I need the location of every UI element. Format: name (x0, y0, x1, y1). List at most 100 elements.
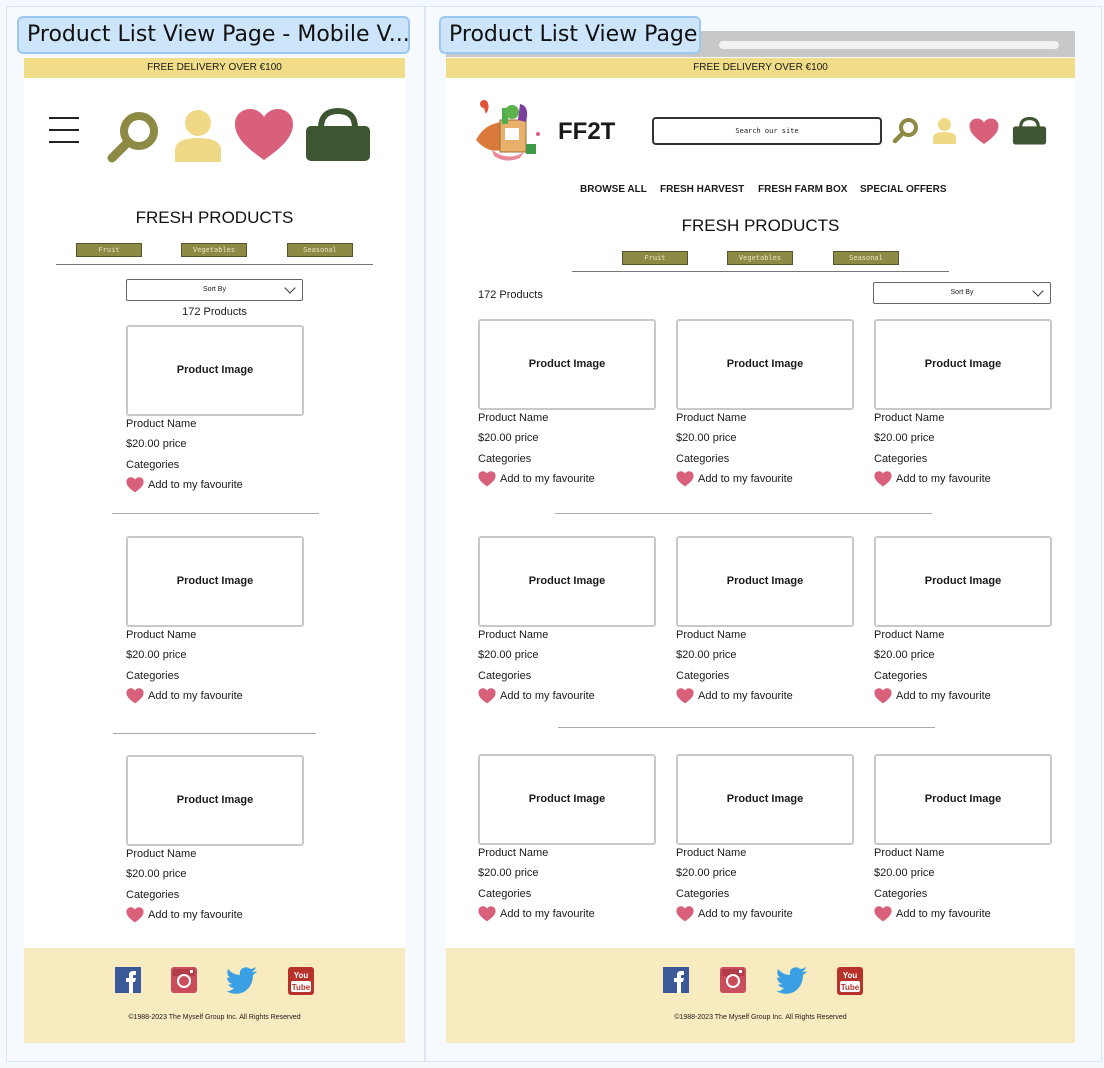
add-favourite-button[interactable]: Add to my favourite (126, 476, 304, 494)
product-image[interactable]: Product Image (478, 754, 656, 845)
product-image[interactable]: Product Image (874, 536, 1052, 627)
product-categories: Categories (478, 453, 532, 465)
add-favourite-label: Add to my favourite (148, 690, 243, 702)
product-image[interactable]: Product Image (676, 319, 854, 410)
brand-name[interactable]: FF2T (558, 118, 615, 146)
search-input[interactable]: Search our site (652, 117, 882, 145)
mobile-page: FREE DELIVERY OVER €100 FRESH PRODUCTS F… (24, 58, 405, 1043)
product-image[interactable]: Product Image (126, 325, 304, 416)
product-name[interactable]: Product Name (676, 845, 854, 863)
product-image[interactable]: Product Image (874, 754, 1052, 845)
youtube-icon[interactable]: You Tube (837, 967, 863, 995)
add-favourite-button[interactable]: Add to my favourite (874, 905, 1052, 923)
twitter-icon[interactable] (776, 967, 808, 995)
add-favourite-button[interactable]: Add to my favourite (478, 905, 656, 923)
youtube-icon[interactable]: You Tube (288, 967, 314, 995)
filter-fruit[interactable]: Fruit (622, 251, 688, 265)
add-favourite-button[interactable]: Add to my favourite (126, 687, 304, 705)
product-count: 172 Products (182, 306, 247, 318)
product-card[interactable]: Product Image Product Name $20.00 price … (874, 536, 1052, 705)
product-card[interactable]: Product Image Product Name $20.00 price … (126, 325, 304, 494)
product-image[interactable]: Product Image (126, 536, 304, 627)
product-image[interactable]: Product Image (126, 755, 304, 846)
filter-vegetables[interactable]: Vegetables (181, 243, 247, 257)
hamburger-menu-icon[interactable] (49, 115, 79, 145)
add-favourite-button[interactable]: Add to my favourite (478, 470, 656, 488)
filter-vegetables[interactable]: Vegetables (727, 251, 793, 265)
product-categories: Categories (874, 888, 928, 900)
desktop-frame-label: Product List View Page (439, 16, 701, 54)
instagram-icon[interactable] (720, 967, 746, 993)
product-image[interactable]: Product Image (478, 319, 656, 410)
heart-icon (874, 688, 892, 704)
shopping-bag-icon[interactable] (305, 108, 371, 162)
product-name[interactable]: Product Name (126, 627, 304, 645)
search-icon[interactable] (892, 116, 920, 144)
product-price: $20.00 price (676, 867, 737, 879)
product-card[interactable]: Product Image Product Name $20.00 price … (126, 755, 304, 924)
product-card[interactable]: Product Image Product Name $20.00 price … (676, 754, 854, 923)
heart-icon[interactable] (234, 108, 294, 162)
product-image[interactable]: Product Image (478, 536, 656, 627)
sort-dropdown[interactable]: Sort By (126, 279, 303, 301)
product-card[interactable]: Product Image Product Name $20.00 price … (478, 536, 656, 705)
add-favourite-button[interactable]: Add to my favourite (676, 687, 854, 705)
add-favourite-button[interactable]: Add to my favourite (676, 905, 854, 923)
user-icon[interactable] (932, 117, 957, 144)
product-card[interactable]: Product Image Product Name $20.00 price … (676, 319, 854, 488)
svg-text:You: You (294, 971, 309, 980)
product-image[interactable]: Product Image (874, 319, 1052, 410)
card-divider (112, 513, 319, 514)
filter-fruit[interactable]: Fruit (76, 243, 142, 257)
search-icon[interactable] (106, 108, 162, 164)
add-favourite-label: Add to my favourite (698, 908, 793, 920)
product-card[interactable]: Product Image Product Name $20.00 price … (478, 319, 656, 488)
shopping-bag-icon[interactable] (1012, 117, 1047, 145)
product-card[interactable]: Product Image Product Name $20.00 price … (478, 754, 656, 923)
add-favourite-button[interactable]: Add to my favourite (874, 470, 1052, 488)
sort-dropdown[interactable]: Sort By (873, 282, 1051, 304)
twitter-icon[interactable] (226, 967, 258, 995)
product-name[interactable]: Product Name (874, 410, 1052, 428)
product-name[interactable]: Product Name (874, 845, 1052, 863)
product-name[interactable]: Product Name (676, 627, 854, 645)
product-name[interactable]: Product Name (478, 410, 656, 428)
footer-copyright: ©1988-2023 The Myself Group Inc. All Rig… (128, 1014, 301, 1021)
filter-seasonal[interactable]: Seasonal (833, 251, 899, 265)
product-price: $20.00 price (126, 438, 187, 450)
product-name[interactable]: Product Name (478, 627, 656, 645)
product-name[interactable]: Product Name (478, 845, 656, 863)
facebook-icon[interactable] (115, 967, 141, 993)
nav-fresh-farm-box[interactable]: FRESH FARM BOX (758, 184, 847, 195)
nav-browse-all[interactable]: BROWSE ALL (580, 184, 647, 195)
product-card[interactable]: Product Image Product Name $20.00 price … (126, 536, 304, 705)
logo-icon[interactable] (472, 98, 544, 164)
nav-special-offers[interactable]: SPECIAL OFFERS (860, 184, 947, 195)
add-favourite-label: Add to my favourite (148, 479, 243, 491)
user-icon[interactable] (173, 108, 223, 162)
add-favourite-button[interactable]: Add to my favourite (874, 687, 1052, 705)
add-favourite-button[interactable]: Add to my favourite (478, 687, 656, 705)
product-image[interactable]: Product Image (676, 754, 854, 845)
product-name[interactable]: Product Name (874, 627, 1052, 645)
add-favourite-button[interactable]: Add to my favourite (126, 906, 304, 924)
footer-copyright: ©1988-2023 The Myself Group Inc. All Rig… (674, 1014, 847, 1021)
product-name[interactable]: Product Name (126, 846, 304, 864)
product-categories: Categories (478, 670, 532, 682)
product-price: $20.00 price (126, 649, 187, 661)
product-card[interactable]: Product Image Product Name $20.00 price … (676, 536, 854, 705)
product-name[interactable]: Product Name (126, 416, 304, 434)
add-favourite-button[interactable]: Add to my favourite (676, 470, 854, 488)
filter-seasonal[interactable]: Seasonal (287, 243, 353, 257)
product-price: $20.00 price (478, 432, 539, 444)
card-divider (113, 733, 316, 734)
product-name[interactable]: Product Name (676, 410, 854, 428)
facebook-icon[interactable] (663, 967, 689, 993)
instagram-icon[interactable] (171, 967, 197, 993)
heart-icon (676, 471, 694, 487)
product-card[interactable]: Product Image Product Name $20.00 price … (874, 754, 1052, 923)
nav-fresh-harvest[interactable]: FRESH HARVEST (660, 184, 744, 195)
product-image[interactable]: Product Image (676, 536, 854, 627)
product-card[interactable]: Product Image Product Name $20.00 price … (874, 319, 1052, 488)
heart-icon[interactable] (969, 118, 999, 145)
